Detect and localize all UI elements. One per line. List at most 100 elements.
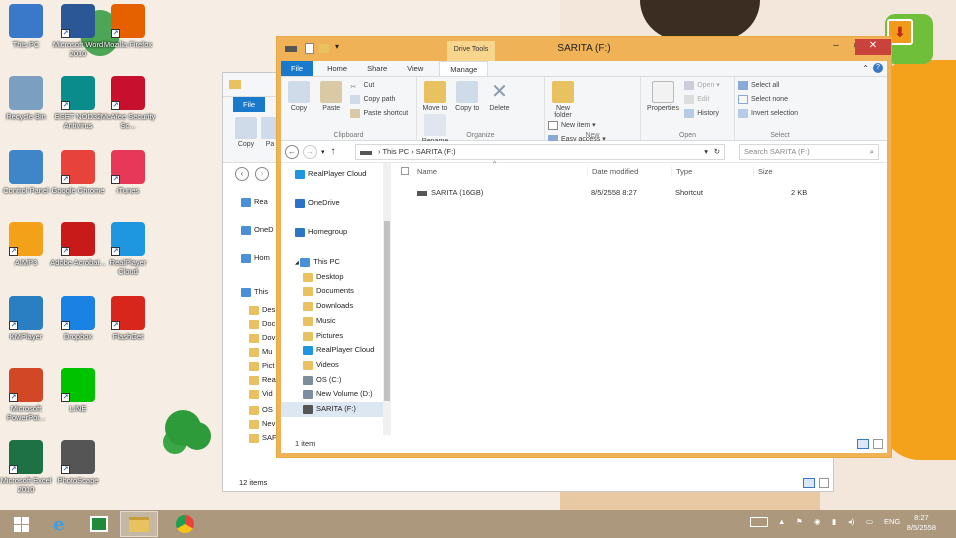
- desktop-icon[interactable]: ↗ Microsoft PowerPoi...: [0, 368, 54, 422]
- taskbar-file-explorer[interactable]: [120, 511, 158, 537]
- column-header-size[interactable]: Size: [753, 167, 773, 176]
- antivirus-tray-icon[interactable]: ◉: [814, 517, 821, 526]
- keyboard-icon[interactable]: [750, 517, 768, 527]
- select-all-checkbox[interactable]: [401, 167, 409, 175]
- start-button[interactable]: [2, 511, 40, 537]
- tab-share[interactable]: Share: [357, 61, 397, 76]
- desktop-icon[interactable]: ↗ RealPlayer Cloud: [100, 222, 156, 276]
- navigation-scrollbar[interactable]: [383, 163, 391, 435]
- desktop-icon[interactable]: ↗ PhotoScape: [50, 440, 106, 485]
- recent-locations-icon[interactable]: ▾: [321, 148, 325, 156]
- tab-manage[interactable]: Manage: [439, 61, 489, 76]
- nav-item[interactable]: SARITA (F:): [281, 402, 385, 417]
- tab-file[interactable]: File: [233, 97, 266, 112]
- copy-button[interactable]: Copy: [284, 79, 314, 112]
- nav-item[interactable]: OneDrive: [295, 196, 340, 211]
- new-item-button[interactable]: New item ▾: [548, 119, 606, 133]
- column-header-date[interactable]: Date modified: [587, 167, 638, 176]
- tab-file[interactable]: File: [281, 61, 314, 76]
- nav-item[interactable]: New Volume (D:): [303, 387, 373, 402]
- taskbar-chrome[interactable]: [166, 511, 204, 537]
- select-none-button[interactable]: Select none: [738, 93, 822, 107]
- search-input[interactable]: Search SARITA (F:) ⌕: [739, 144, 879, 160]
- new-folder-button[interactable]: New folder: [548, 79, 578, 119]
- desktop-icon[interactable]: ↗ KMPlayer: [0, 296, 54, 341]
- desktop-icon[interactable]: ↗ Microsoft Excel 2010: [0, 440, 54, 494]
- cut-button[interactable]: ✂ Cut: [350, 79, 408, 93]
- desktop-icon[interactable]: ↗ Dropbox: [50, 296, 106, 341]
- address-bar[interactable]: › This PC › SARITA (F:) ▾ ↻: [355, 144, 725, 160]
- action-center-flag-icon[interactable]: ⚑: [796, 517, 803, 526]
- clock[interactable]: 8:27 8/5/2558: [907, 513, 936, 533]
- back-arrow-icon[interactable]: ←: [285, 144, 299, 159]
- back-nav-item[interactable]: Doc: [249, 317, 275, 332]
- nav-item[interactable]: Documents: [303, 284, 354, 299]
- select-all-button[interactable]: Select all: [738, 79, 822, 93]
- nav-item[interactable]: Homegroup: [295, 225, 347, 240]
- desktop-icon[interactable]: ↗ AIMP3: [0, 222, 54, 267]
- back-nav-item[interactable]: Des: [249, 303, 275, 318]
- history-button[interactable]: History: [684, 107, 720, 121]
- network-icon[interactable]: ▮: [832, 517, 836, 526]
- desktop-icon[interactable]: ↗ FlashGet: [100, 296, 156, 341]
- back-nav-item[interactable]: Rea: [249, 373, 276, 388]
- file-row[interactable]: SARITA (16GB) 8/5/2558 8:27 Shortcut 2 KB: [393, 187, 887, 201]
- desktop-icon[interactable]: ↗ Google Chrome: [50, 150, 106, 195]
- up-arrow-icon[interactable]: ↑: [331, 146, 336, 157]
- nav-item[interactable]: RealPlayer Cloud: [295, 167, 366, 182]
- column-header-type[interactable]: Type: [671, 167, 692, 176]
- desktop-icon[interactable]: ↗ iTunes: [100, 150, 156, 195]
- paste-shortcut-button[interactable]: Paste shortcut: [350, 107, 408, 121]
- desktop-icon[interactable]: ↗ LINE: [50, 368, 106, 413]
- breadcrumb-this-pc[interactable]: This PC: [382, 147, 409, 156]
- nav-item[interactable]: Desktop: [303, 270, 344, 285]
- nav-item[interactable]: OS (C:): [303, 373, 341, 388]
- breadcrumb-drive[interactable]: SARITA (F:): [416, 147, 456, 156]
- refresh-icon[interactable]: ↻: [714, 145, 720, 159]
- large-icons-view-icon[interactable]: [819, 478, 829, 488]
- nav-item[interactable]: Music: [303, 314, 336, 329]
- edit-button[interactable]: Edit: [684, 93, 720, 107]
- help-icon[interactable]: ?: [873, 63, 883, 73]
- large-icons-view-icon[interactable]: [873, 439, 883, 449]
- scrollbar-thumb[interactable]: [384, 221, 390, 401]
- nav-item[interactable]: Videos: [303, 358, 339, 373]
- back-nav-item[interactable]: OS: [249, 403, 273, 418]
- back-nav-item[interactable]: Nev: [249, 417, 275, 432]
- desktop-icon[interactable]: ↗ ESET NOD32 Antivirus: [50, 76, 106, 130]
- tab-home[interactable]: Home: [317, 61, 357, 76]
- back-nav-item[interactable]: Rea: [241, 195, 268, 210]
- close-button[interactable]: ✕: [855, 39, 891, 55]
- back-nav-item[interactable]: SAF: [249, 431, 277, 446]
- nav-item[interactable]: Pictures: [303, 329, 343, 344]
- show-hidden-icons-icon[interactable]: ▲: [778, 517, 785, 526]
- ribbon-collapse-icon[interactable]: ⌃: [862, 64, 869, 73]
- back-nav-item[interactable]: Mu: [249, 345, 272, 360]
- title-bar[interactable]: ▾ Drive Tools SARITA (F:) ‒ ▭ ✕: [281, 37, 891, 61]
- back-nav-item[interactable]: Dov: [249, 331, 275, 346]
- invert-selection-button[interactable]: Invert selection: [738, 107, 822, 121]
- open-button[interactable]: Open ▾: [684, 79, 720, 93]
- details-view-icon[interactable]: [857, 439, 869, 449]
- desktop-icon[interactable]: ↗ Microsoft Word 2010: [50, 4, 106, 58]
- explorer-window[interactable]: ▾ Drive Tools SARITA (F:) ‒ ▭ ✕ File Hom…: [276, 36, 892, 458]
- copy-to-button[interactable]: Copy to: [452, 79, 482, 112]
- back-nav-item[interactable]: Vid: [249, 387, 273, 402]
- delete-button[interactable]: ✕ Delete: [484, 79, 514, 112]
- back-nav-item[interactable]: Hom: [241, 251, 270, 266]
- desktop-icon[interactable]: ↗ McAfee Security Sc...: [100, 76, 156, 130]
- desktop-icon[interactable]: This PC: [0, 4, 54, 49]
- back-nav-item[interactable]: Pict: [249, 359, 275, 374]
- desktop-icon[interactable]: ↗ Mozilla Firefox: [100, 4, 156, 49]
- forward-arrow-icon[interactable]: ›: [255, 167, 269, 181]
- language-indicator[interactable]: ENG: [884, 517, 900, 526]
- nav-item[interactable]: Downloads: [303, 299, 353, 314]
- desktop-icon[interactable]: Recycle Bin: [0, 76, 54, 121]
- minimize-button[interactable]: ‒: [825, 39, 847, 55]
- tab-view[interactable]: View: [397, 61, 433, 76]
- nav-item[interactable]: ◢ This PC: [295, 255, 340, 270]
- nav-item[interactable]: RealPlayer Cloud: [303, 343, 374, 358]
- taskbar-internet-explorer[interactable]: e: [40, 511, 78, 537]
- desktop-icon[interactable]: Control Panel: [0, 150, 54, 195]
- back-nav-item[interactable]: This: [241, 285, 268, 300]
